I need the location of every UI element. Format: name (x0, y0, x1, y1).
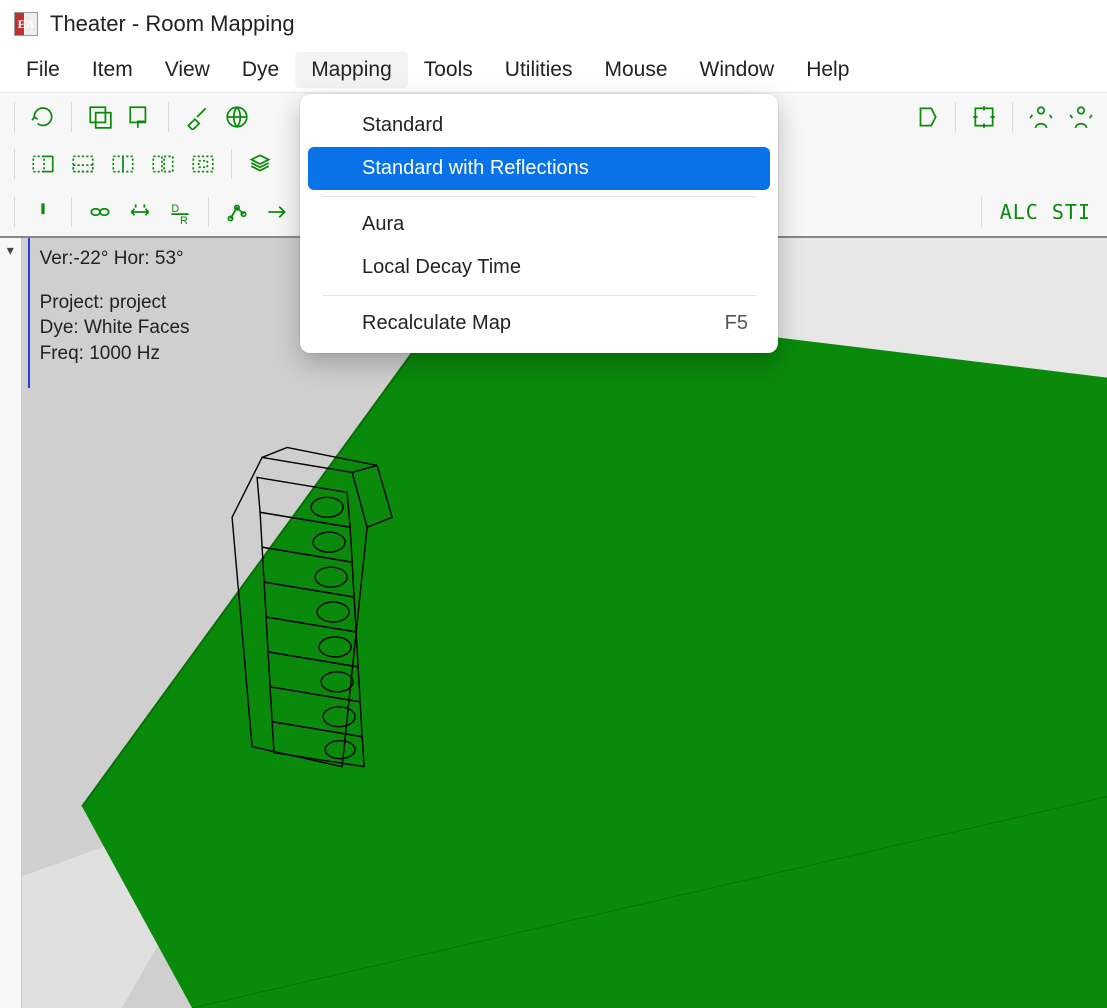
dropdown-label: Aura (362, 213, 404, 236)
menu-mouse[interactable]: Mouse (588, 52, 683, 88)
menu-dye[interactable]: Dye (226, 52, 295, 88)
menu-file[interactable]: File (10, 52, 76, 88)
dropdown-item-standard[interactable]: Standard (308, 104, 770, 147)
document-b-icon[interactable] (122, 99, 158, 135)
viewport-gutter[interactable]: ▾ (0, 238, 22, 1008)
svg-text:R: R (180, 215, 188, 225)
separator (14, 197, 15, 227)
dropdown-item-aura[interactable]: Aura (308, 203, 770, 246)
mapping-dropdown: Standard Standard with Reflections Aura … (300, 94, 778, 353)
chevron-down-icon: ▾ (7, 242, 14, 259)
separator (71, 102, 72, 132)
overlay-dye: Dye: White Faces (40, 315, 190, 341)
dropdown-item-local-decay[interactable]: Local Decay Time (308, 246, 770, 289)
dropdown-item-recalculate[interactable]: Recalculate Map F5 (308, 302, 770, 345)
grid-split-icon[interactable] (105, 146, 141, 182)
grid-down-icon[interactable] (65, 146, 101, 182)
person-b-icon[interactable] (1063, 99, 1099, 135)
menu-window[interactable]: Window (684, 52, 791, 88)
menu-tools[interactable]: Tools (408, 52, 489, 88)
grid-dual-icon[interactable] (145, 146, 181, 182)
dropdown-label: Local Decay Time (362, 256, 521, 279)
viewport-overlay: Ver:-22° Hor: 53° Project: project Dye: … (40, 246, 190, 367)
separator (71, 197, 72, 227)
menu-help[interactable]: Help (790, 52, 865, 88)
svg-text:D: D (171, 203, 179, 215)
dropdown-shortcut: F5 (725, 312, 748, 335)
dropdown-label: Recalculate Map (362, 312, 511, 335)
dropdown-label: Standard (362, 114, 443, 137)
branch-icon[interactable] (219, 194, 255, 230)
grid-right-icon[interactable] (25, 146, 61, 182)
overlay-project: Project: project (40, 290, 190, 316)
refresh-icon[interactable] (25, 99, 61, 135)
vertical-marker (28, 238, 30, 388)
separator (14, 102, 15, 132)
menubar: File Item View Dye Mapping Tools Utiliti… (0, 48, 1107, 92)
dropdown-separator (322, 295, 756, 296)
menu-view[interactable]: View (149, 52, 226, 88)
window-title: Theater - Room Mapping (50, 11, 295, 37)
separator (1012, 102, 1013, 132)
person-a-icon[interactable] (1023, 99, 1059, 135)
separator (955, 102, 956, 132)
menu-mapping[interactable]: Mapping (295, 52, 408, 88)
document-a-icon[interactable] (82, 99, 118, 135)
target-icon[interactable] (966, 99, 1002, 135)
app-icon: EA (14, 12, 38, 36)
dropdown-item-standard-reflections[interactable]: Standard with Reflections (308, 147, 770, 190)
stack-icon[interactable] (242, 146, 278, 182)
grid-center-icon[interactable] (185, 146, 221, 182)
titlebar: EA Theater - Room Mapping (0, 0, 1107, 48)
separator (168, 102, 169, 132)
width-icon[interactable] (122, 194, 158, 230)
d-r-icon[interactable]: DR (162, 194, 198, 230)
brush-icon[interactable] (179, 99, 215, 135)
dropdown-separator (322, 196, 756, 197)
globe-icon[interactable] (219, 99, 255, 135)
menu-item[interactable]: Item (76, 52, 149, 88)
viewport-3d[interactable]: Ver:-22° Hor: 53° Project: project Dye: … (22, 238, 1107, 1008)
separator (231, 149, 232, 179)
alc-sti-button[interactable]: ALC STI (992, 194, 1099, 230)
exclamation-icon[interactable] (25, 194, 61, 230)
overlay-angles: Ver:-22° Hor: 53° (40, 246, 190, 272)
dropdown-label: Standard with Reflections (362, 157, 589, 180)
overlay-freq: Freq: 1000 Hz (40, 341, 190, 367)
separator (14, 149, 15, 179)
arrow-right-icon[interactable] (259, 194, 295, 230)
separator (208, 197, 209, 227)
menu-utilities[interactable]: Utilities (489, 52, 589, 88)
link-icon[interactable] (82, 194, 118, 230)
box-move-icon[interactable] (909, 99, 945, 135)
separator (981, 197, 982, 227)
